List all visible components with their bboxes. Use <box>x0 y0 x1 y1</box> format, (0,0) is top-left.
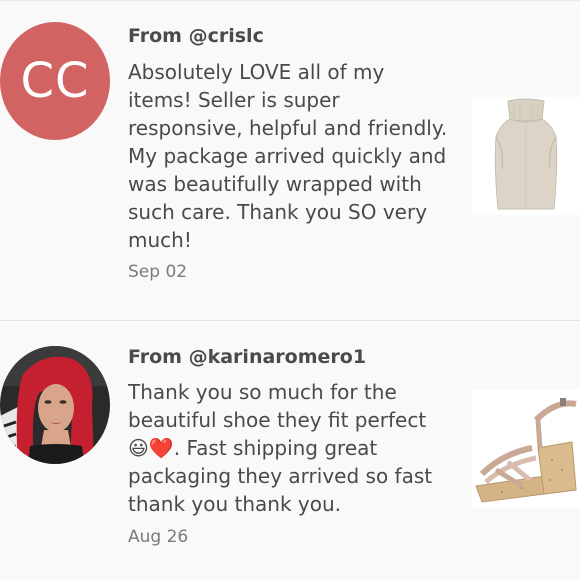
review-text: Thank you so much for the beautiful shoe… <box>128 378 448 518</box>
heart-emoji-icon: ❤️ <box>148 436 174 460</box>
review-item: From @karinaromero1 Thank you so much fo… <box>0 320 580 580</box>
avatar[interactable]: CC <box>0 22 110 140</box>
review-text-part: . Fast shipping great packaging they arr… <box>128 436 433 516</box>
item-thumbnail[interactable] <box>472 390 580 508</box>
review-author[interactable]: From @crislc <box>128 25 264 47</box>
avatar-photo <box>0 346 110 464</box>
item-thumbnail[interactable] <box>472 97 580 215</box>
review-text: Absolutely LOVE all of my items! Seller … <box>128 60 448 252</box>
knit-top-image <box>472 97 580 215</box>
avatar[interactable] <box>0 346 110 464</box>
review-text-part: Thank you so much for the beautiful shoe… <box>128 380 427 432</box>
smile-emoji-icon: 😃 <box>128 436 149 460</box>
review-date: Sep 02 <box>128 262 188 282</box>
review-date: Aug 26 <box>128 527 189 547</box>
review-item: CC From @crislc Absolutely LOVE all of m… <box>0 0 580 320</box>
avatar-initials: CC <box>20 53 90 109</box>
sandal-image <box>472 390 580 508</box>
review-author[interactable]: From @karinaromero1 <box>128 346 366 368</box>
